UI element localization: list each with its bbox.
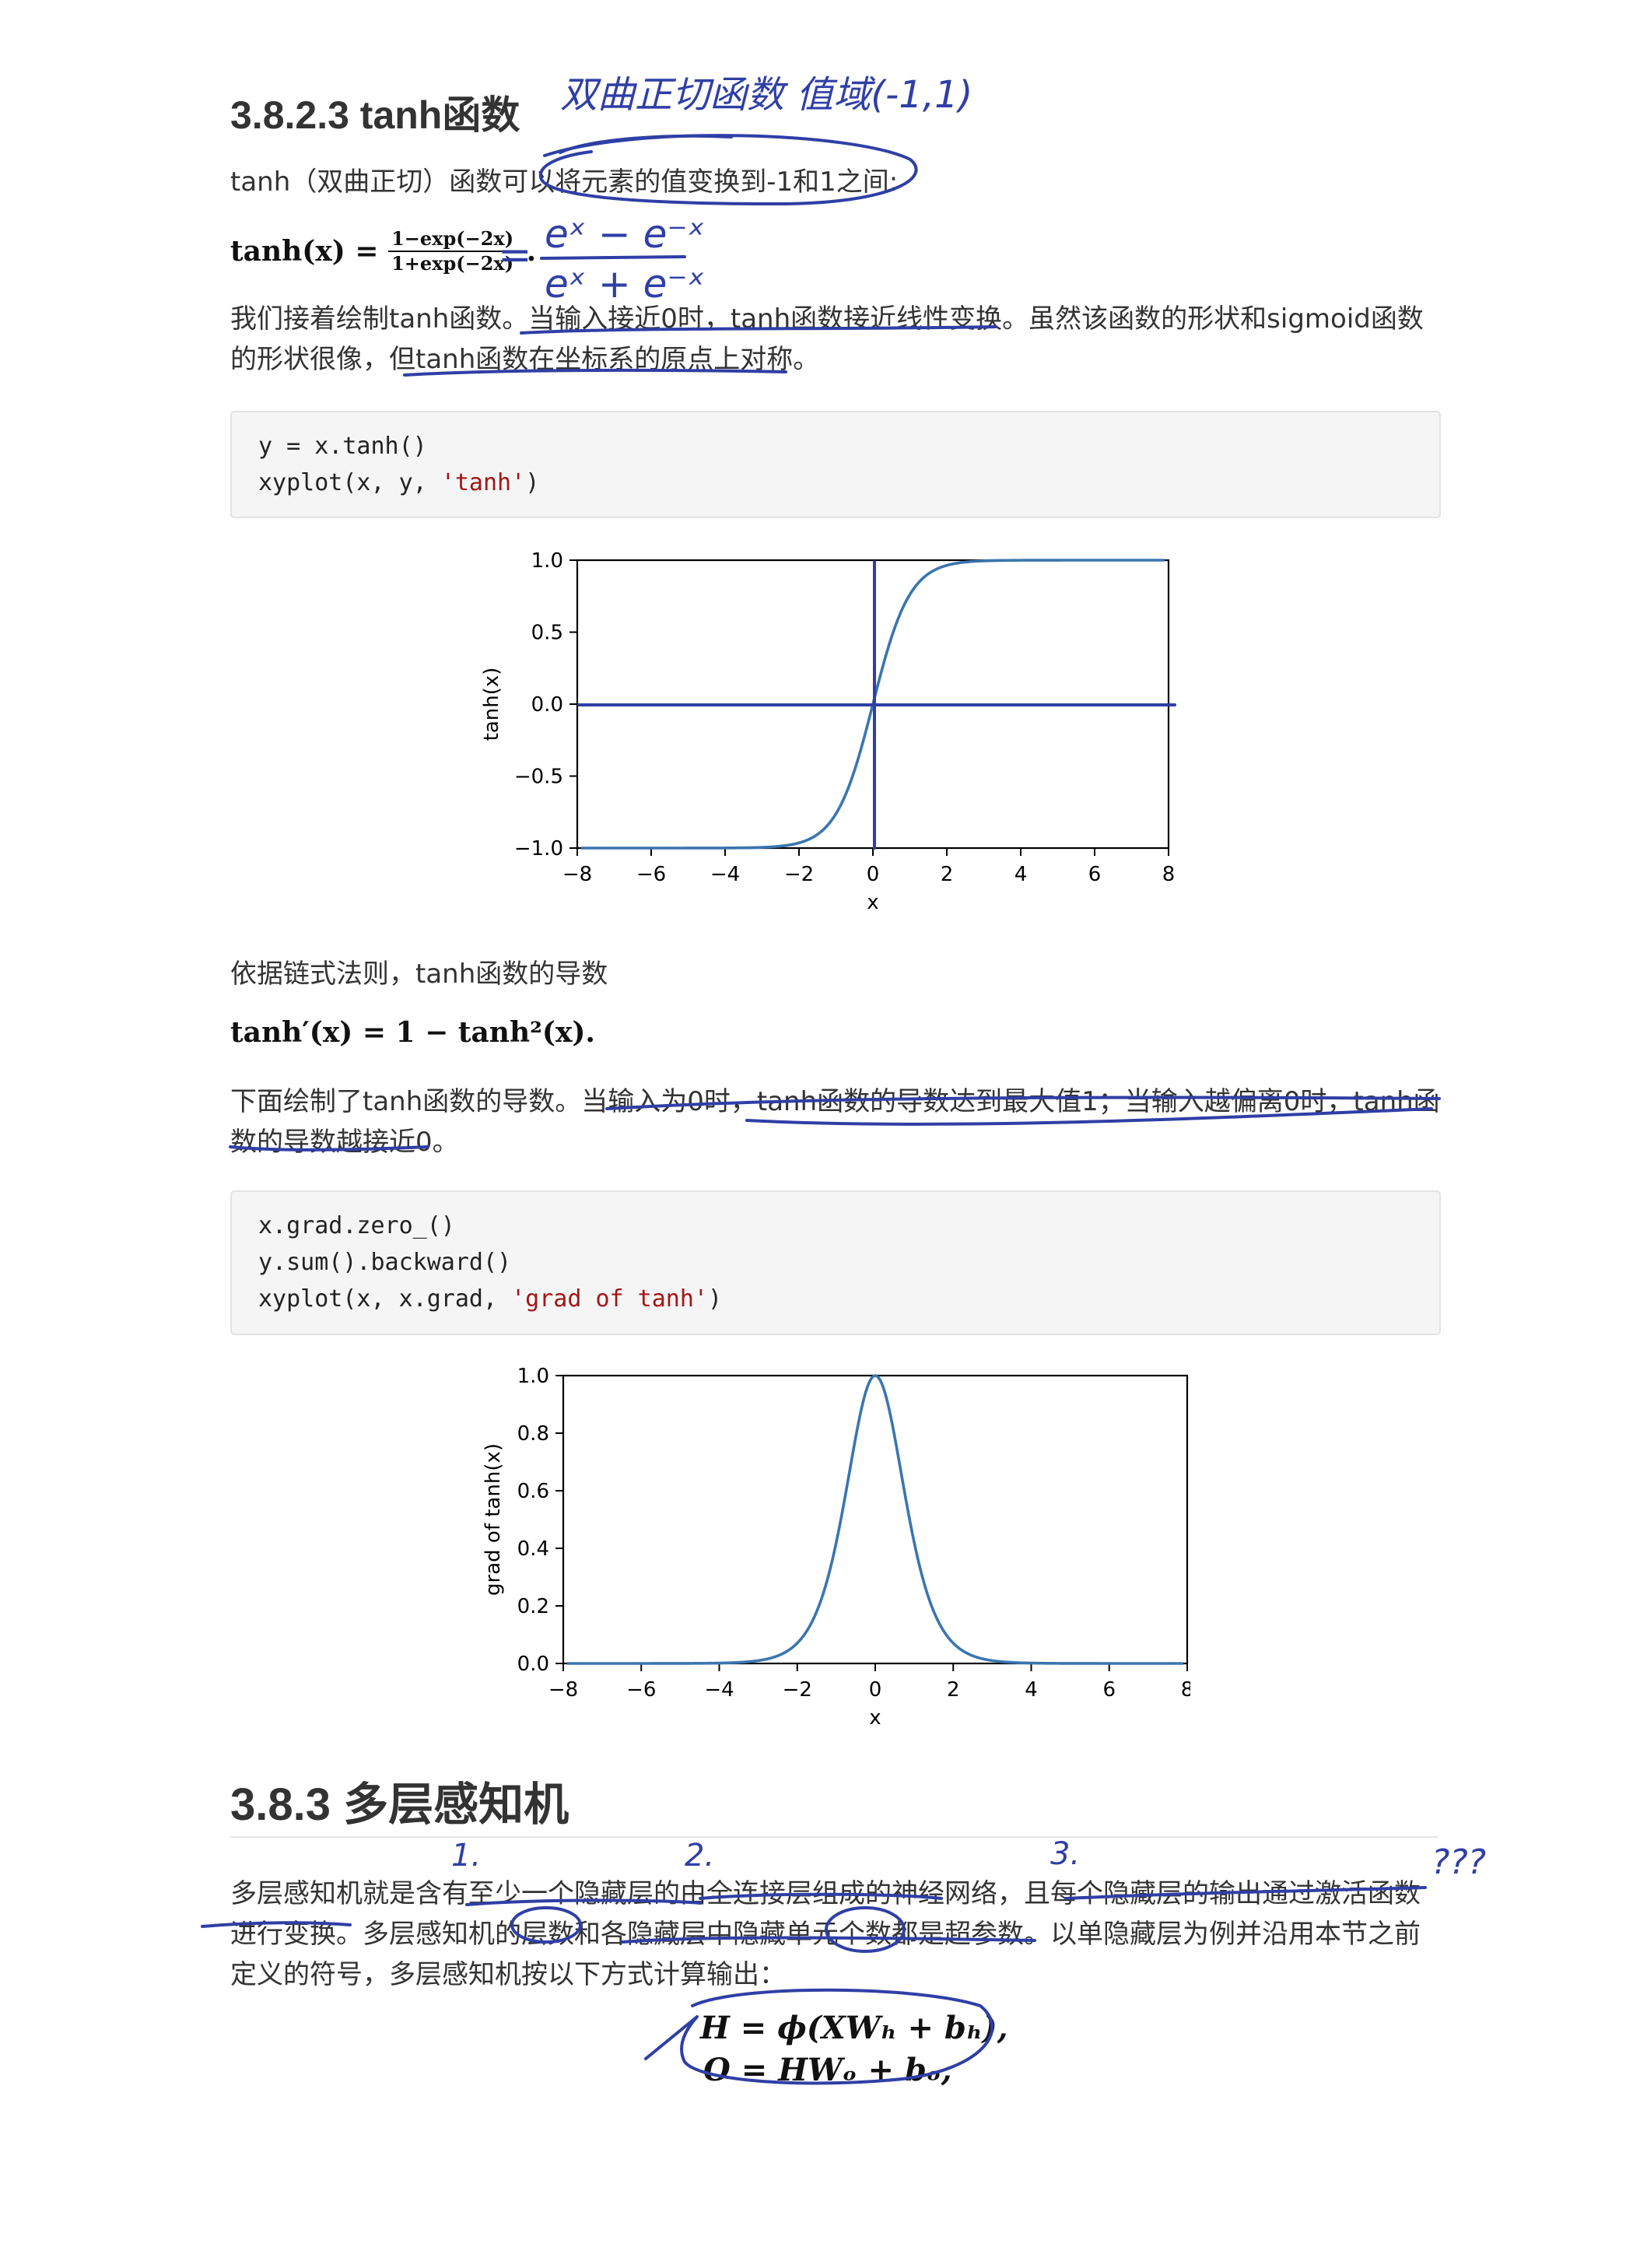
- handwritten-mark-1: 1.: [451, 1838, 481, 1874]
- handwriting-overlay: 双曲正切函数 值域(-1,1) = eˣ − e⁻ˣ eˣ + e⁻ˣ 1. 2…: [201, 73, 1486, 2085]
- ink-underline-deriv1: [605, 1095, 1441, 1110]
- ink-loop-intro: [538, 134, 918, 205]
- handwritten-mark-2: 2.: [685, 1838, 714, 1874]
- ink-underline-desc1: [520, 325, 997, 335]
- handwritten-formula-num: eˣ − e⁻ˣ: [545, 212, 705, 257]
- handwritten-eq-sign: =: [498, 232, 532, 279]
- ink-underline-mlp1c: [1064, 1886, 1427, 1900]
- handwritten-title-note: 双曲正切函数 值域(-1,1): [560, 73, 972, 117]
- handwritten-mark-3: 3.: [1050, 1836, 1080, 1872]
- ink-underline-desc2: [403, 368, 787, 377]
- ink-underline-deriv1b: [745, 1107, 1433, 1126]
- ink-circle-count: [825, 1906, 906, 1953]
- ink-fraction-bar: [540, 255, 686, 260]
- ink-underline-mlp2a: [201, 1921, 352, 1928]
- ink-underline-deriv2: [229, 1145, 429, 1152]
- handwritten-question-marks: ???: [1431, 1842, 1486, 1882]
- ink-underline-mlp1b: [699, 1892, 943, 1900]
- handwritten-formula-den: eˣ + e⁻ˣ: [545, 261, 705, 307]
- ink-underline-mlp1a: [465, 1898, 702, 1906]
- ink-circle-layers: [510, 1906, 582, 1944]
- ink-loop-equations: [644, 1988, 994, 2085]
- ink-loop-intro-top: [559, 134, 733, 154]
